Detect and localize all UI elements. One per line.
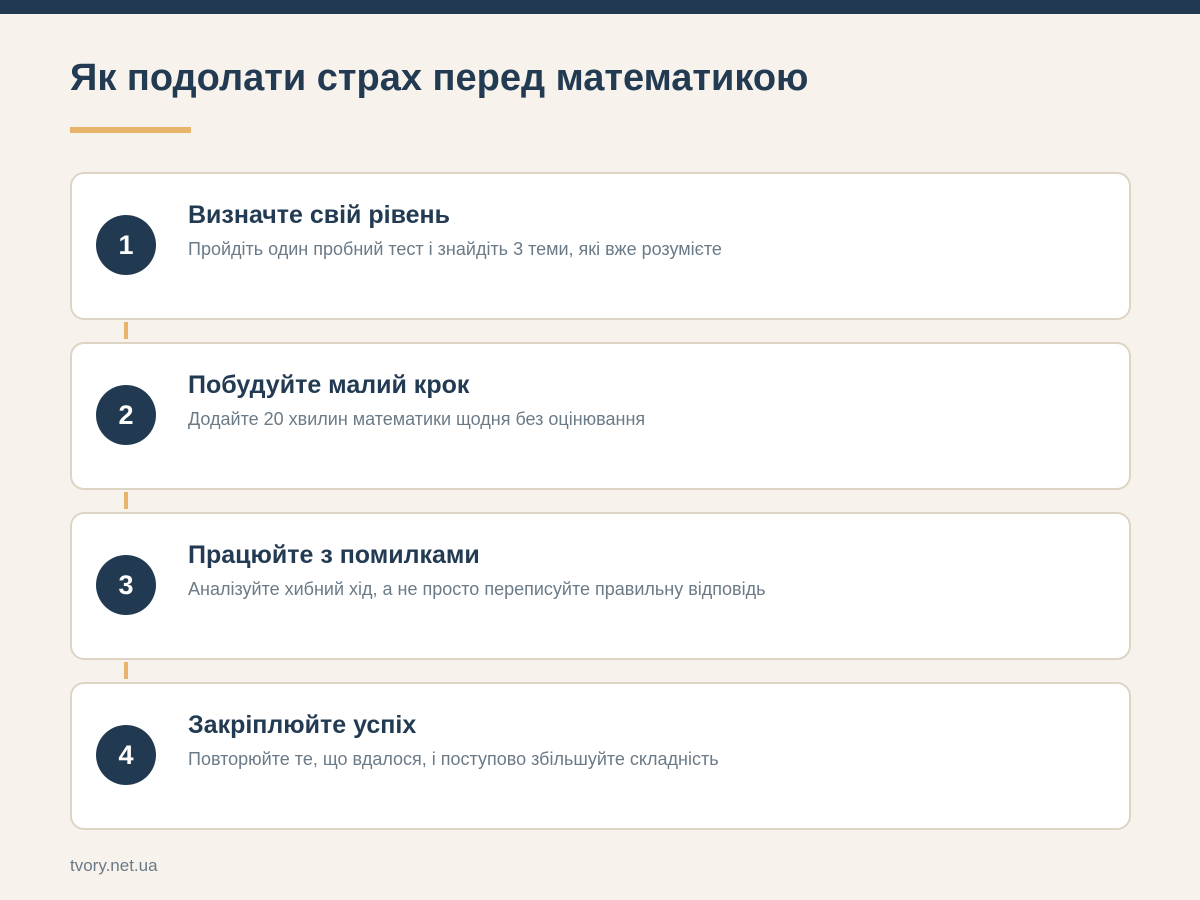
step-number-badge: 4 [96,725,156,785]
top-accent-bar [0,0,1200,14]
step-card-4: 4 Закріплюйте успіх Повторюйте те, що вд… [70,682,1131,830]
step-card-3: 3 Працюйте з помилками Аналізуйте хибний… [70,512,1131,660]
title-underline [70,127,191,133]
step-description: Повторюйте те, що вдалося, і поступово з… [188,749,719,769]
step-title: Визначте свій рівень [188,201,450,229]
step-number-badge: 1 [96,215,156,275]
step-number-badge: 2 [96,385,156,445]
step-description: Аналізуйте хибний хід, а не просто переп… [188,579,766,599]
step-title: Працюйте з помилками [188,541,480,569]
step-description: Додайте 20 хвилин математики щодня без о… [188,409,646,429]
step-card-1: 1 Визначте свій рівень Пройдіть один про… [70,172,1131,320]
step-connector [124,322,128,339]
page-title: Як подолати страх перед математикою [70,57,809,99]
step-description: Пройдіть один пробний тест і знайдіть 3 … [188,239,722,259]
step-title: Закріплюйте успіх [188,711,417,739]
step-number-badge: 3 [96,555,156,615]
step-title: Побудуйте малий крок [188,371,470,399]
source-credit: tvory.net.ua [70,856,158,875]
step-connector [124,492,128,509]
step-connector [124,662,128,679]
step-card-2: 2 Побудуйте малий крок Додайте 20 хвилин… [70,342,1131,490]
